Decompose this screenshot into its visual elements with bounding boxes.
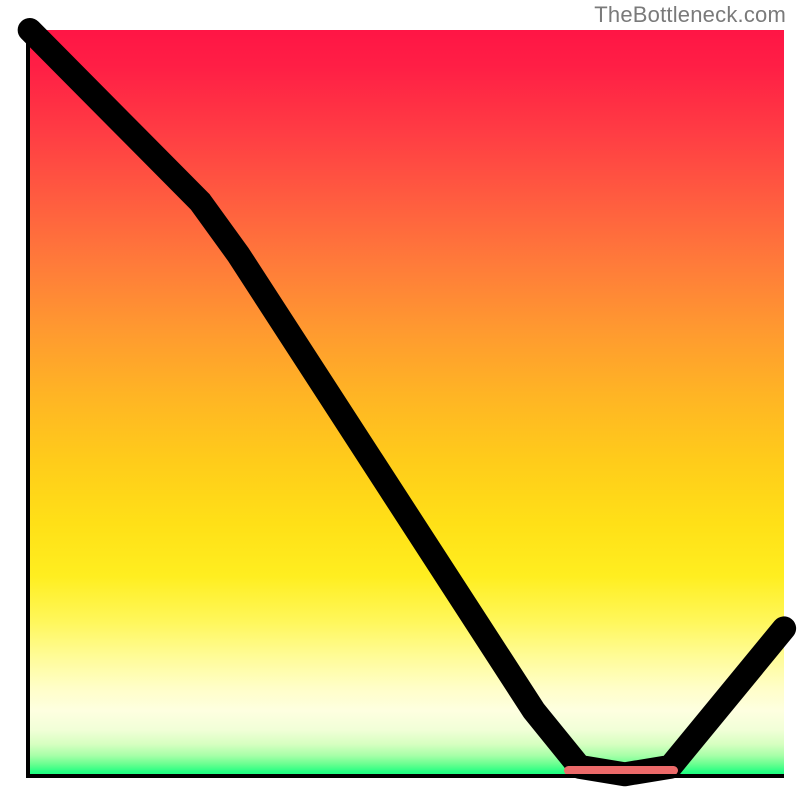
curve-layer	[26, 30, 784, 778]
y-axis-line	[26, 30, 30, 778]
chart-page: TheBottleneck.com	[0, 0, 800, 800]
x-axis-line	[26, 774, 784, 778]
bottleneck-curve	[30, 30, 784, 774]
plot-area	[26, 30, 784, 778]
attribution-text: TheBottleneck.com	[594, 2, 786, 28]
